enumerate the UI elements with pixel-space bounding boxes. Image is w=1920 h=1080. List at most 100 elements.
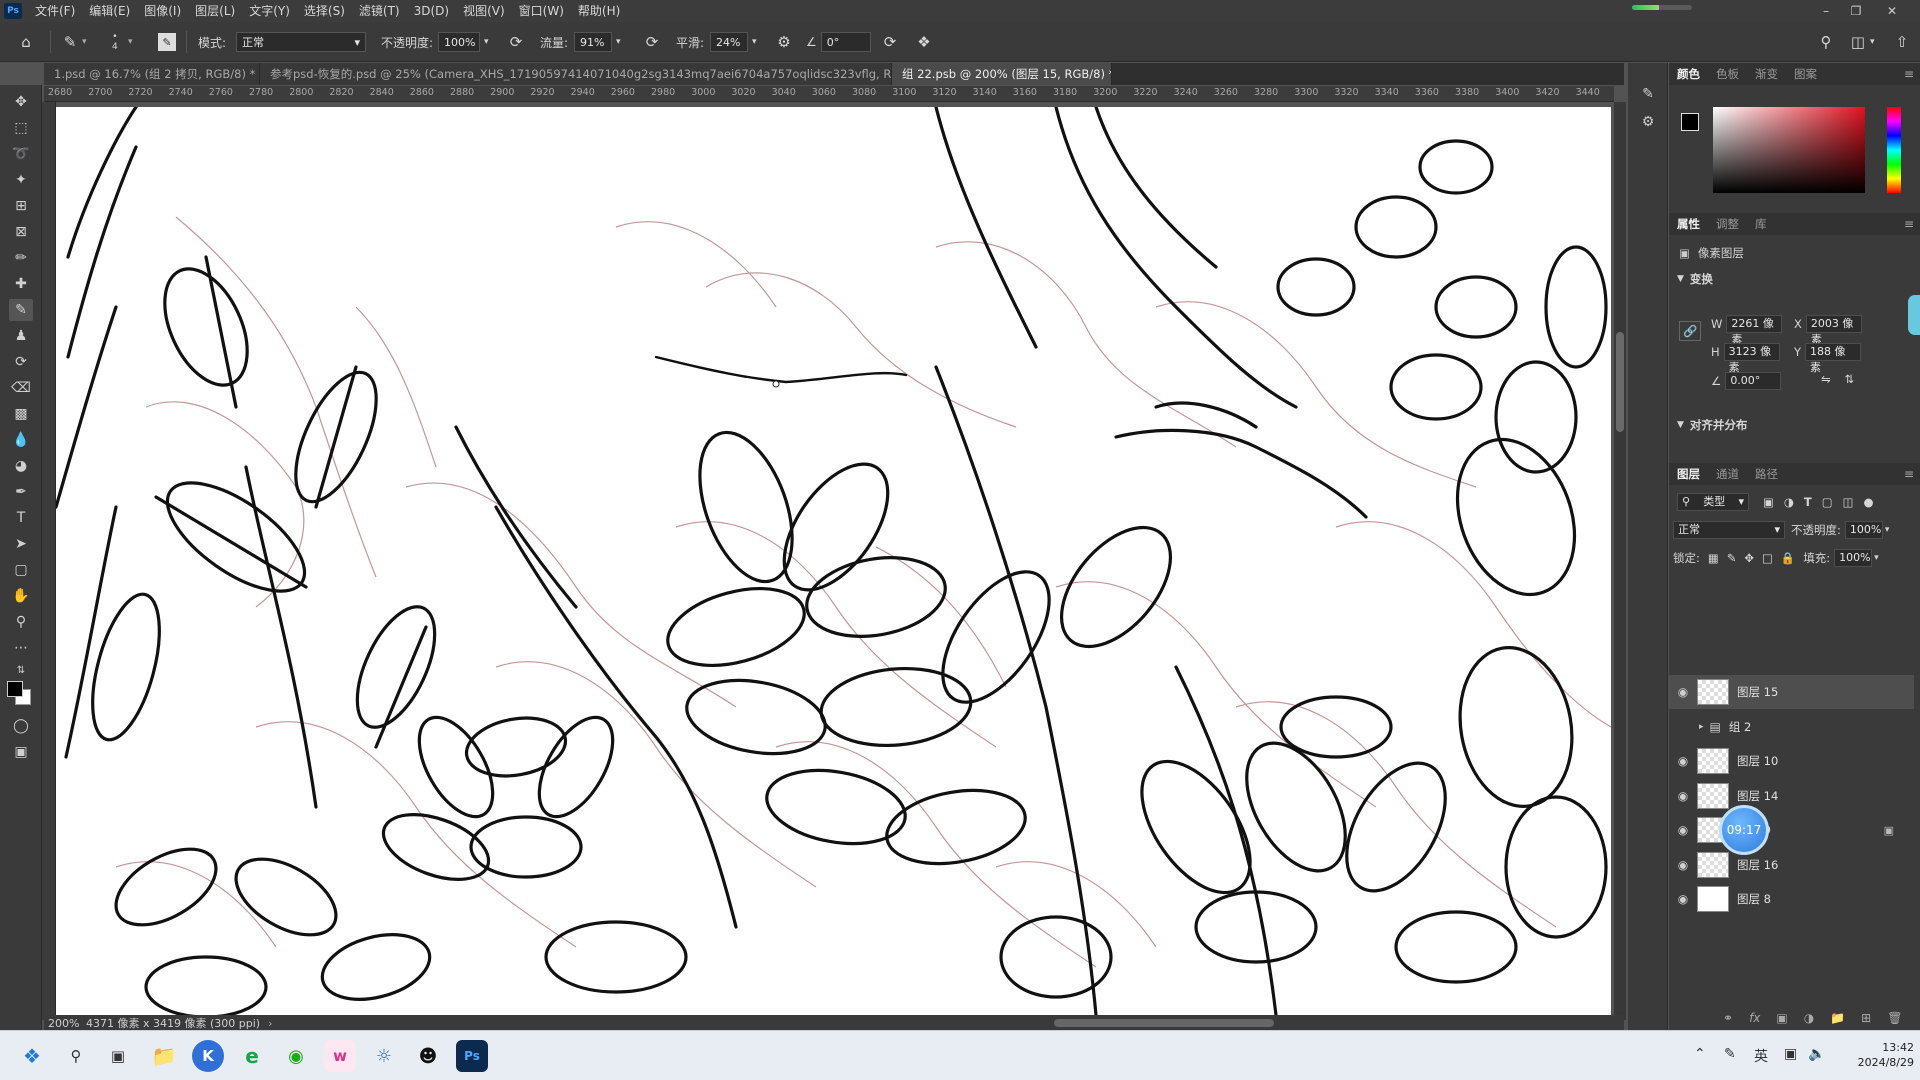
brush-settings-panel-icon[interactable]: ✎ xyxy=(1637,83,1659,105)
fill-dropdown-icon[interactable]: ▾ xyxy=(1874,553,1879,563)
layer-name[interactable]: 图层 10 xyxy=(1737,753,1778,769)
menu-3d[interactable]: 3D(D) xyxy=(407,0,456,22)
lock-position-icon[interactable]: ✥ xyxy=(1744,551,1754,565)
tab-color[interactable]: 颜色 xyxy=(1669,63,1708,85)
visibility-eye-icon[interactable]: ◉ xyxy=(1669,754,1697,768)
layer-row[interactable]: ◉ 图层 10 xyxy=(1669,744,1914,778)
pen-tool-icon[interactable]: ✒ xyxy=(9,481,33,503)
fill-input[interactable]: 100% xyxy=(1834,549,1873,567)
brush-tool-icon[interactable]: ✎ xyxy=(9,299,33,321)
filter-adjustment-icon[interactable]: ◑ xyxy=(1784,495,1794,509)
windows-start-icon[interactable]: ❖ xyxy=(16,1040,48,1072)
opacity-input[interactable]: 100% xyxy=(438,32,480,52)
magic-wand-tool-icon[interactable]: ✦ xyxy=(9,169,33,191)
history-brush-tool-icon[interactable]: ⟳ xyxy=(9,351,33,373)
link-layers-icon[interactable]: ⚭ xyxy=(1723,1011,1733,1025)
lock-transparent-icon[interactable]: ▦ xyxy=(1708,551,1719,565)
layer-name[interactable]: 图层 15 xyxy=(1737,684,1778,700)
healing-brush-tool-icon[interactable]: ✚ xyxy=(9,273,33,295)
height-field[interactable]: 3123 像素 xyxy=(1723,343,1780,374)
blur-tool-icon[interactable]: 💧 xyxy=(9,429,33,451)
menu-type[interactable]: 文字(Y) xyxy=(242,0,297,22)
close-icon[interactable]: ✕ xyxy=(1878,0,1906,22)
status-menu-icon[interactable]: › xyxy=(268,1017,272,1030)
panel-menu-icon[interactable]: ≡ xyxy=(1904,463,1914,485)
flip-vertical-icon[interactable]: ⇅ xyxy=(1845,372,1855,386)
clone-stamp-tool-icon[interactable]: ♟ xyxy=(9,325,33,347)
wechat-icon[interactable]: ◉ xyxy=(280,1040,312,1072)
x-field[interactable]: 2003 像素 xyxy=(1805,315,1862,346)
new-group-icon[interactable]: 📁 xyxy=(1830,1011,1845,1025)
scrollbar-thumb[interactable] xyxy=(1616,332,1624,432)
color-picker-field[interactable] xyxy=(1713,107,1865,193)
foreground-color-swatch[interactable] xyxy=(7,681,23,697)
dodge-tool-icon[interactable]: ◕ xyxy=(9,455,33,477)
rectangle-tool-icon[interactable]: ▢ xyxy=(9,559,33,581)
frame-tool-icon[interactable]: ⊠ xyxy=(9,221,33,243)
layer-style-icon[interactable]: fx xyxy=(1749,1011,1760,1025)
crop-tool-icon[interactable]: ⊞ xyxy=(9,195,33,217)
hue-slider[interactable] xyxy=(1887,107,1901,193)
hand-tool-icon[interactable]: ✋ xyxy=(9,585,33,607)
quick-mask-icon[interactable]: ◯ xyxy=(9,715,33,737)
layer-row[interactable]: ◉图层 9▣ xyxy=(1669,813,1914,847)
panel-menu-icon[interactable]: ≡ xyxy=(1904,63,1914,85)
qq-icon[interactable]: ☻ xyxy=(412,1040,444,1072)
delete-layer-icon[interactable]: 🗑 xyxy=(1887,1011,1902,1025)
network-icon[interactable]: ▣ xyxy=(1784,1046,1797,1062)
layer-group-row[interactable]: ▸ ▤ 组 2 xyxy=(1669,710,1914,744)
smoothing-dropdown-icon[interactable]: ▾ xyxy=(752,37,757,47)
rotation-field[interactable]: 0.00° xyxy=(1725,372,1782,390)
tab-patterns[interactable]: 图案 xyxy=(1786,63,1825,85)
zoom-level[interactable]: 200% xyxy=(44,1017,86,1030)
menu-view[interactable]: 视图(V) xyxy=(456,0,512,22)
layer-name[interactable]: 图层 8 xyxy=(1737,891,1771,907)
lock-artboard-icon[interactable]: □ xyxy=(1762,551,1773,565)
brush-settings-icon[interactable]: ✎ xyxy=(158,33,176,51)
pen-icon[interactable]: ✎ xyxy=(1724,1046,1736,1062)
timer-badge[interactable]: 09:17 xyxy=(1719,805,1769,855)
lock-image-icon[interactable]: ✎ xyxy=(1727,551,1737,565)
visibility-eye-icon[interactable]: ◉ xyxy=(1669,858,1697,872)
search-icon[interactable]: ⚲ xyxy=(60,1040,92,1072)
angle-input[interactable]: 0° xyxy=(820,32,871,52)
chevron-right-icon[interactable]: ▼ xyxy=(1677,420,1684,430)
opacity-dropdown-icon[interactable]: ▾ xyxy=(1885,525,1890,535)
tab-paths[interactable]: 路径 xyxy=(1747,463,1786,485)
menu-image[interactable]: 图像(I) xyxy=(137,0,188,22)
y-field[interactable]: 188 像素 xyxy=(1805,343,1862,374)
tab-document-1[interactable]: 1.psd @ 16.7% (组 2 拷贝, RGB/8) *× xyxy=(44,63,260,85)
swap-colors-icon[interactable]: ⇅ xyxy=(9,659,33,681)
canvas-area[interactable] xyxy=(56,102,1614,1015)
app-c-icon[interactable]: ☼ xyxy=(368,1040,400,1072)
panel-menu-icon[interactable]: ≡ xyxy=(1904,213,1914,235)
smoothing-gear-icon[interactable]: ⚙ xyxy=(772,30,796,54)
eraser-tool-icon[interactable]: ⌫ xyxy=(9,377,33,399)
chevron-down-icon[interactable]: ▼ xyxy=(1677,274,1684,284)
symmetry-icon[interactable]: ❖ xyxy=(912,30,936,54)
pressure-opacity-icon[interactable]: ⟳ xyxy=(504,30,528,54)
adjustment-layer-icon[interactable]: ◑ xyxy=(1804,1011,1814,1025)
smoothing-input[interactable]: 24% xyxy=(710,32,748,52)
screen-mode-icon[interactable]: ▣ xyxy=(9,741,33,763)
path-selection-tool-icon[interactable]: ➤ xyxy=(9,533,33,555)
chevron-right-icon[interactable]: ▸ xyxy=(1699,722,1704,732)
layer-name[interactable]: 组 2 xyxy=(1729,719,1751,735)
filter-shape-icon[interactable]: ▢ xyxy=(1822,495,1833,509)
volume-icon[interactable]: 🔈 xyxy=(1808,1046,1825,1062)
filter-pixel-icon[interactable]: ▣ xyxy=(1763,495,1774,509)
zoom-tool-icon[interactable]: ⚲ xyxy=(9,611,33,633)
airbrush-icon[interactable]: ⟳ xyxy=(640,30,664,54)
lock-all-icon[interactable]: 🔒 xyxy=(1781,551,1795,565)
tab-document-2[interactable]: 参考psd-恢复的.psd @ 25% (Camera_XHS_17190597… xyxy=(260,63,892,85)
eyedropper-tool-icon[interactable]: ✏ xyxy=(9,247,33,269)
tab-gradients[interactable]: 渐变 xyxy=(1747,63,1786,85)
visibility-eye-icon[interactable]: ◉ xyxy=(1669,892,1697,906)
tray-overflow-icon[interactable]: ⌃ xyxy=(1694,1046,1706,1062)
dropdown-arrow-icon[interactable]: ▾ xyxy=(82,37,87,47)
filter-type-icon[interactable]: T xyxy=(1804,495,1812,509)
add-mask-icon[interactable]: ▣ xyxy=(1776,1011,1787,1025)
menu-help[interactable]: 帮助(H) xyxy=(571,0,627,22)
brush-preset-icon[interactable]: ✎ xyxy=(58,30,82,54)
new-layer-icon[interactable]: ⊞ xyxy=(1861,1011,1871,1025)
